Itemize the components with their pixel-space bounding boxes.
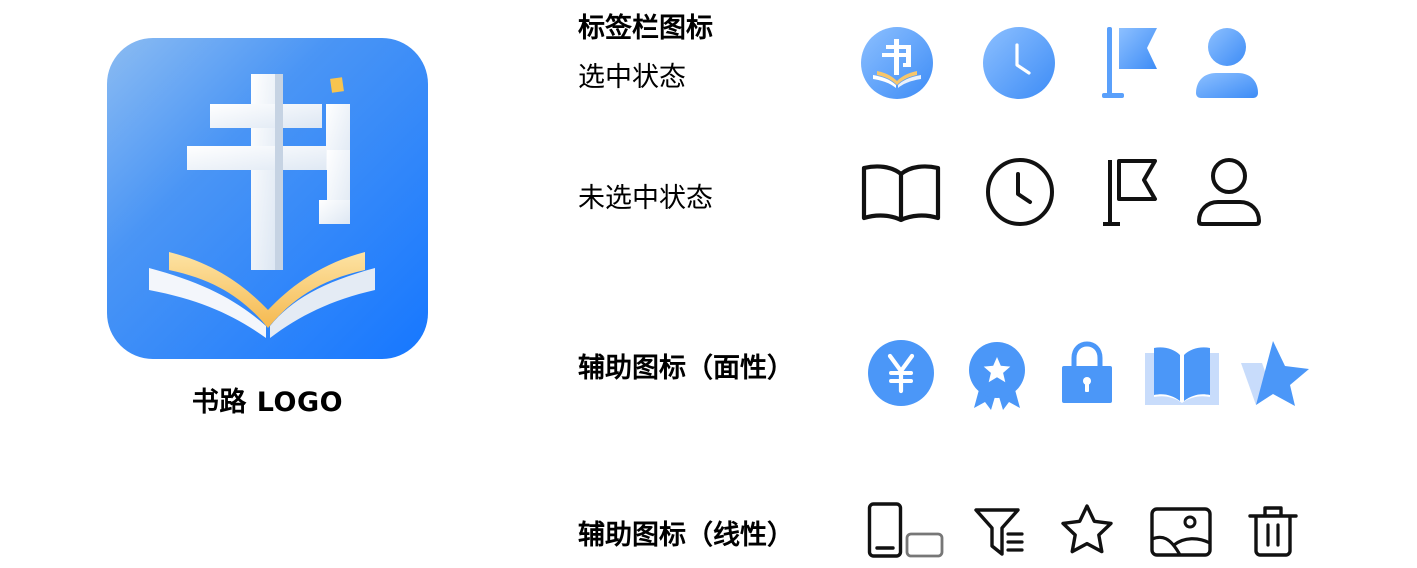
clock-icon[interactable] (985, 157, 1055, 227)
flag-icon[interactable] (1101, 27, 1161, 99)
unselected-state-label: 未选中状态 (578, 183, 713, 214)
award-badge-icon[interactable] (966, 340, 1028, 412)
book-open-icon[interactable] (1144, 345, 1220, 407)
user-icon[interactable] (1196, 157, 1262, 227)
clock-icon[interactable] (983, 27, 1055, 99)
filter-list-icon[interactable] (974, 508, 1024, 556)
yen-coin-icon[interactable] (868, 340, 934, 406)
lock-icon[interactable] (1061, 341, 1113, 404)
aux-line-icons-title: 辅助图标（线性） (578, 520, 794, 551)
icon-spec-sheet: 书路 LOGO 标签栏图标 选中状态 未选中状态 辅助图标（面性） 辅助图标（线… (0, 0, 1417, 568)
user-icon[interactable] (1194, 27, 1260, 99)
device-switch-icon[interactable] (867, 502, 945, 558)
star-icon[interactable] (1240, 339, 1310, 407)
flag-icon[interactable] (1101, 158, 1161, 228)
trash-icon[interactable] (1248, 505, 1298, 557)
image-icon[interactable] (1150, 507, 1212, 557)
selected-state-label: 选中状态 (578, 62, 686, 93)
star-icon[interactable] (1059, 503, 1115, 557)
aux-filled-icons-title: 辅助图标（面性） (578, 353, 794, 384)
app-logo (107, 38, 428, 359)
book-open-icon[interactable] (861, 164, 941, 223)
book-logo-icon[interactable] (861, 27, 933, 99)
tabbar-icons-title: 标签栏图标 (578, 13, 713, 44)
logo-caption: 书路 LOGO (191, 387, 344, 418)
